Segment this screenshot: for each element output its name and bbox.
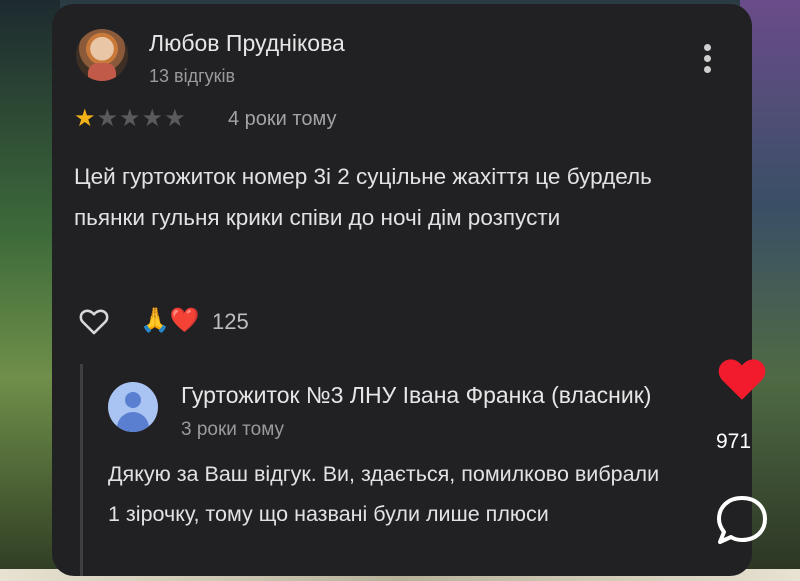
owner-reply-text: Дякую за Ваш відгук. Ви, здається, помил… bbox=[108, 462, 660, 526]
star-icon: ★ bbox=[141, 105, 165, 132]
owner-name: Гуртожиток №3 ЛНУ Івана Франка (власник) bbox=[181, 382, 652, 408]
heart-outline-icon[interactable] bbox=[76, 304, 112, 338]
review-card: Любов Пруднікова 13 відгуків ★★★★★ 4 рок… bbox=[52, 4, 752, 576]
like-count: 971 bbox=[716, 430, 752, 453]
comment-bubble-icon[interactable] bbox=[712, 492, 772, 550]
star-icon: ★ bbox=[119, 105, 142, 132]
review-text: Цей гуртожиток номер 3і 2 суцільне жахіт… bbox=[74, 164, 652, 230]
background-left bbox=[0, 0, 60, 581]
review-time: 4 роки тому bbox=[228, 108, 337, 130]
author-avatar[interactable] bbox=[76, 29, 128, 81]
owner-reply-time: 3 роки тому bbox=[181, 419, 285, 440]
star-icon: ★ bbox=[96, 105, 120, 132]
star-icon: ★ bbox=[164, 105, 187, 132]
reaction-emoji[interactable]: 🙏❤️ bbox=[140, 306, 200, 335]
more-vert-icon[interactable] bbox=[700, 44, 714, 76]
owner-avatar-icon bbox=[108, 382, 158, 432]
star-icon: ★ bbox=[74, 105, 97, 132]
author-name[interactable]: Любов Пруднікова bbox=[149, 30, 345, 57]
heart-filled-icon[interactable] bbox=[714, 352, 770, 402]
reaction-count: 125 bbox=[212, 309, 249, 334]
star-rating: ★★★★★ bbox=[74, 104, 187, 133]
author-review-count: 13 відгуків bbox=[149, 66, 236, 86]
reply-divider bbox=[80, 364, 83, 576]
